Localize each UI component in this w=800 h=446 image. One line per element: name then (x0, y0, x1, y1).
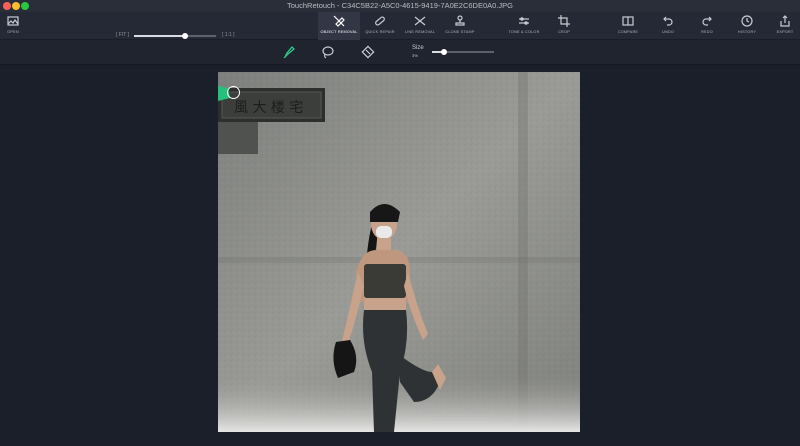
eraser-tool-button[interactable] (361, 45, 375, 59)
undo-icon (663, 16, 673, 26)
main-toolbar: OPEN [ FIT ] 89% [ 1:1 ] OBJECT REMOVAL … (0, 12, 800, 46)
clock-icon (741, 15, 753, 27)
eraser-icon (361, 45, 375, 59)
redo-icon (702, 16, 712, 26)
tool-line-removal[interactable]: LINE REMOVAL (402, 12, 438, 40)
lasso-icon (322, 46, 334, 59)
title-bar: TouchRetouch - C34C5B22-A5C0-4615-9419-7… (0, 0, 800, 12)
export-button[interactable]: EXPORT (772, 12, 798, 40)
compare-icon (622, 16, 634, 26)
crop-icon (558, 15, 570, 27)
zoom-fit-button[interactable]: [ FIT ] (116, 32, 129, 38)
brush-cursor (227, 86, 240, 99)
line-removal-icon (414, 16, 426, 26)
size-value: 3% (412, 53, 418, 58)
zoom-slider[interactable] (134, 32, 216, 39)
export-icon (780, 15, 790, 27)
zoom-slider-knob[interactable] (181, 32, 188, 39)
sign-text: 風 大 楼 宅 (234, 100, 303, 116)
stamp-icon (455, 15, 465, 26)
zoom-slider-fill (134, 35, 185, 37)
tool-quick-repair[interactable]: QUICK REPAIR (362, 12, 398, 40)
redo-button[interactable]: REDO (694, 12, 720, 40)
size-label: Size (412, 45, 424, 51)
sliders-icon (519, 17, 529, 25)
brush-size-slider[interactable] (432, 48, 494, 55)
image-icon (7, 16, 19, 26)
tool-crop[interactable]: CROP (550, 12, 578, 40)
open-button[interactable]: OPEN (2, 12, 24, 40)
tool-tone-color[interactable]: TONE & COLOR (505, 12, 543, 40)
tool-clone-stamp[interactable]: CLONE STAMP (442, 12, 478, 40)
brush-size-knob[interactable] (441, 48, 448, 55)
brush-tool-button[interactable] (282, 45, 296, 59)
window-title: TouchRetouch - C34C5B22-A5C0-4615-9419-7… (287, 1, 513, 10)
object-removal-icon (333, 15, 345, 27)
history-button[interactable]: HISTORY (733, 12, 761, 40)
undo-button[interactable]: UNDO (655, 12, 681, 40)
photo[interactable]: 風 大 楼 宅 (218, 72, 580, 432)
lasso-tool-button[interactable] (321, 45, 335, 59)
tool-options-bar (0, 40, 800, 65)
band-aid-icon (375, 16, 385, 26)
editing-canvas[interactable]: 風 大 楼 宅 (0, 66, 800, 446)
tool-object-removal[interactable]: OBJECT REMOVAL (318, 12, 360, 40)
compare-button[interactable]: COMPARE (614, 12, 642, 40)
zoom-actual-size-button[interactable]: [ 1:1 ] (222, 32, 235, 38)
photo-image: 風 大 楼 宅 (218, 72, 580, 432)
brush-icon (283, 46, 295, 59)
